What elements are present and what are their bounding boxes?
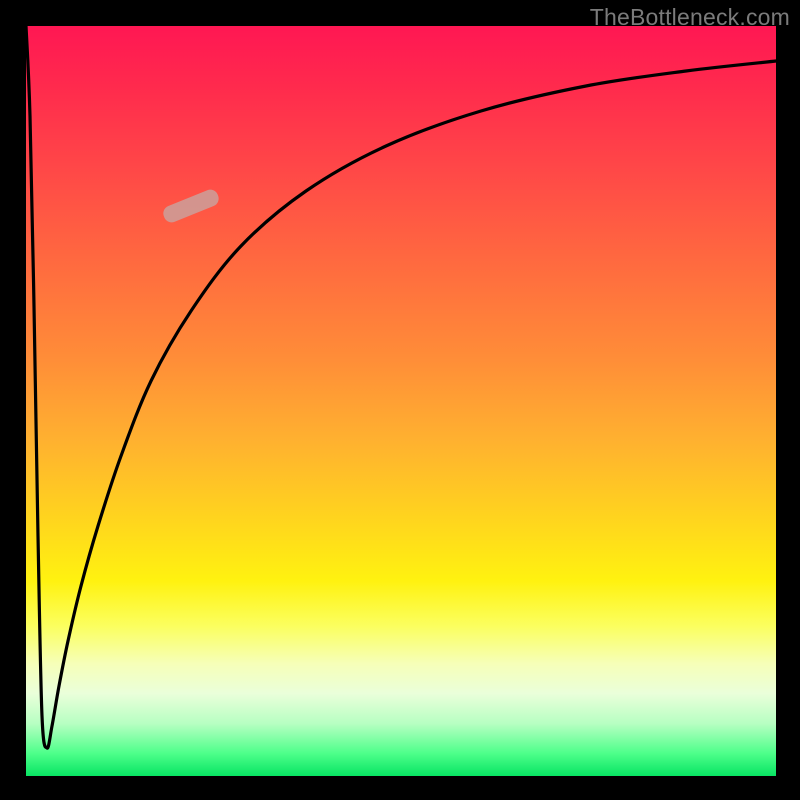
chart-stage: TheBottleneck.com: [0, 0, 800, 800]
watermark-text: TheBottleneck.com: [590, 4, 790, 31]
curve-layer: [26, 26, 776, 776]
bottleneck-curve: [26, 26, 776, 748]
curve-marker: [161, 187, 221, 224]
